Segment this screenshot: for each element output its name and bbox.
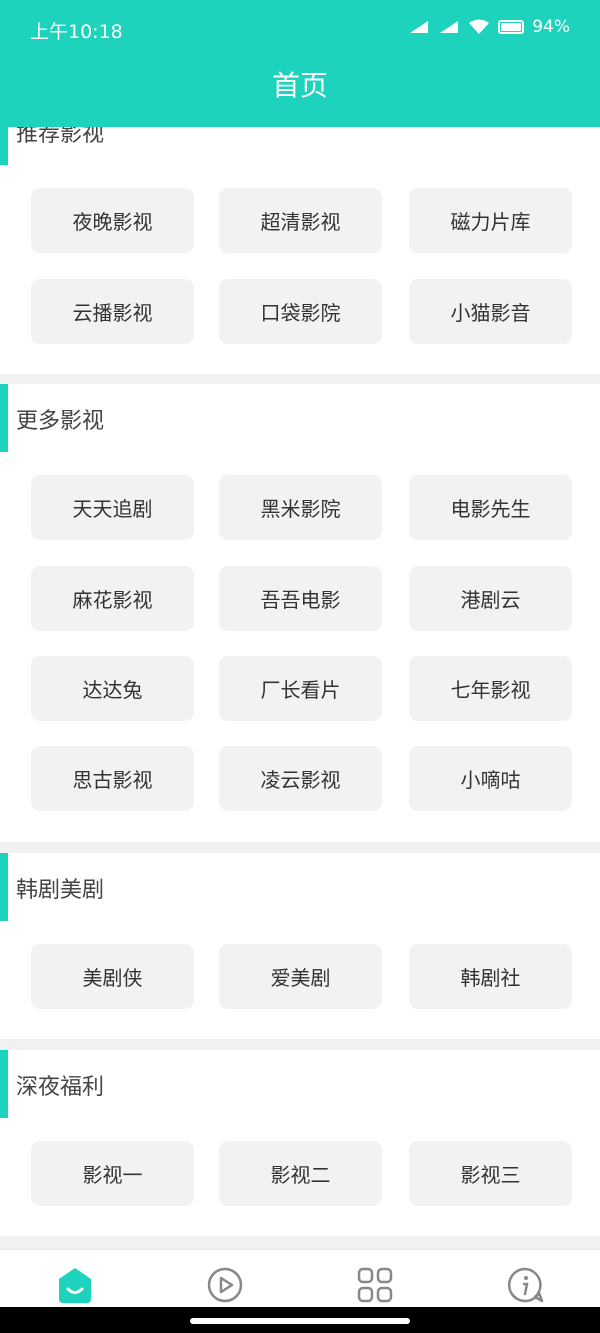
site-button[interactable]: 口袋影院 bbox=[219, 279, 382, 344]
status-icons: 94% bbox=[408, 17, 570, 37]
site-button[interactable]: 电影先生 bbox=[409, 475, 572, 540]
site-button[interactable]: 港剧云 bbox=[409, 566, 572, 631]
site-button[interactable]: 超清影视 bbox=[219, 188, 382, 253]
site-button[interactable]: 美剧侠 bbox=[31, 944, 194, 1009]
bottom-tab-bar bbox=[0, 1249, 600, 1308]
grid-icon[interactable] bbox=[355, 1265, 395, 1305]
site-button[interactable]: 小嘀咕 bbox=[409, 746, 572, 811]
section-more: 更多影视 天天追剧 黑米影院 电影先生 麻花影视 吾吾电影 港剧云 达达兔 厂长… bbox=[0, 384, 600, 842]
section-header: 深夜福利 bbox=[0, 1050, 600, 1118]
section-accent bbox=[0, 853, 8, 921]
home-indicator[interactable] bbox=[190, 1318, 410, 1324]
section-title: 推荐影视 bbox=[16, 127, 105, 147]
site-button[interactable]: 小猫影音 bbox=[409, 279, 572, 344]
site-button[interactable]: 影视二 bbox=[219, 1141, 382, 1206]
section-accent bbox=[0, 1050, 8, 1118]
site-button[interactable]: 影视三 bbox=[409, 1141, 572, 1206]
site-button[interactable]: 磁力片库 bbox=[409, 188, 572, 253]
site-button[interactable]: 七年影视 bbox=[409, 656, 572, 721]
site-button[interactable]: 麻花影视 bbox=[31, 566, 194, 631]
site-button[interactable]: 凌云影视 bbox=[219, 746, 382, 811]
site-button[interactable]: 影视一 bbox=[31, 1141, 194, 1206]
site-button[interactable]: 云播影视 bbox=[31, 279, 194, 344]
site-button[interactable]: 思古影视 bbox=[31, 746, 194, 811]
section-header: 更多影视 bbox=[0, 384, 600, 452]
section-header: 推荐影视 bbox=[0, 127, 600, 165]
site-button[interactable]: 吾吾电影 bbox=[219, 566, 382, 631]
site-button[interactable]: 韩剧社 bbox=[409, 944, 572, 1009]
section-header: 韩剧美剧 bbox=[0, 853, 600, 921]
signal-icon bbox=[410, 21, 429, 33]
app-header: 上午10:18 94% 首页 bbox=[0, 0, 600, 127]
status-time: 上午10:18 bbox=[30, 21, 123, 43]
battery-level: 94% bbox=[532, 17, 570, 37]
section-korean-us: 韩剧美剧 美剧侠 爱美剧 韩剧社 bbox=[0, 853, 600, 1039]
site-button[interactable]: 达达兔 bbox=[31, 656, 194, 721]
section-title: 韩剧美剧 bbox=[16, 878, 105, 903]
section-title: 深夜福利 bbox=[16, 1075, 105, 1100]
section-accent bbox=[0, 127, 8, 165]
section-late-night: 深夜福利 影视一 影视二 影视三 bbox=[0, 1050, 600, 1236]
info-icon[interactable] bbox=[505, 1265, 545, 1305]
play-icon[interactable] bbox=[205, 1265, 245, 1305]
site-button[interactable]: 黑米影院 bbox=[219, 475, 382, 540]
section-accent bbox=[0, 384, 8, 452]
content-scroll[interactable]: 推荐影视 夜晚影视 超清影视 磁力片库 云播影视 口袋影院 小猫影音 更多影视 … bbox=[0, 127, 600, 1249]
home-icon[interactable] bbox=[55, 1265, 95, 1305]
section-title: 更多影视 bbox=[16, 409, 105, 434]
section-recommended: 推荐影视 夜晚影视 超清影视 磁力片库 云播影视 口袋影院 小猫影音 bbox=[0, 127, 600, 374]
page-title: 首页 bbox=[271, 69, 328, 102]
signal-icon bbox=[440, 21, 459, 33]
site-button[interactable]: 夜晚影视 bbox=[31, 188, 194, 253]
battery-icon bbox=[498, 20, 525, 34]
site-button[interactable]: 厂长看片 bbox=[219, 656, 382, 721]
site-button[interactable]: 天天追剧 bbox=[31, 475, 194, 540]
site-button[interactable]: 爱美剧 bbox=[219, 944, 382, 1009]
gesture-bar bbox=[0, 1307, 600, 1333]
wifi-icon bbox=[469, 19, 490, 34]
